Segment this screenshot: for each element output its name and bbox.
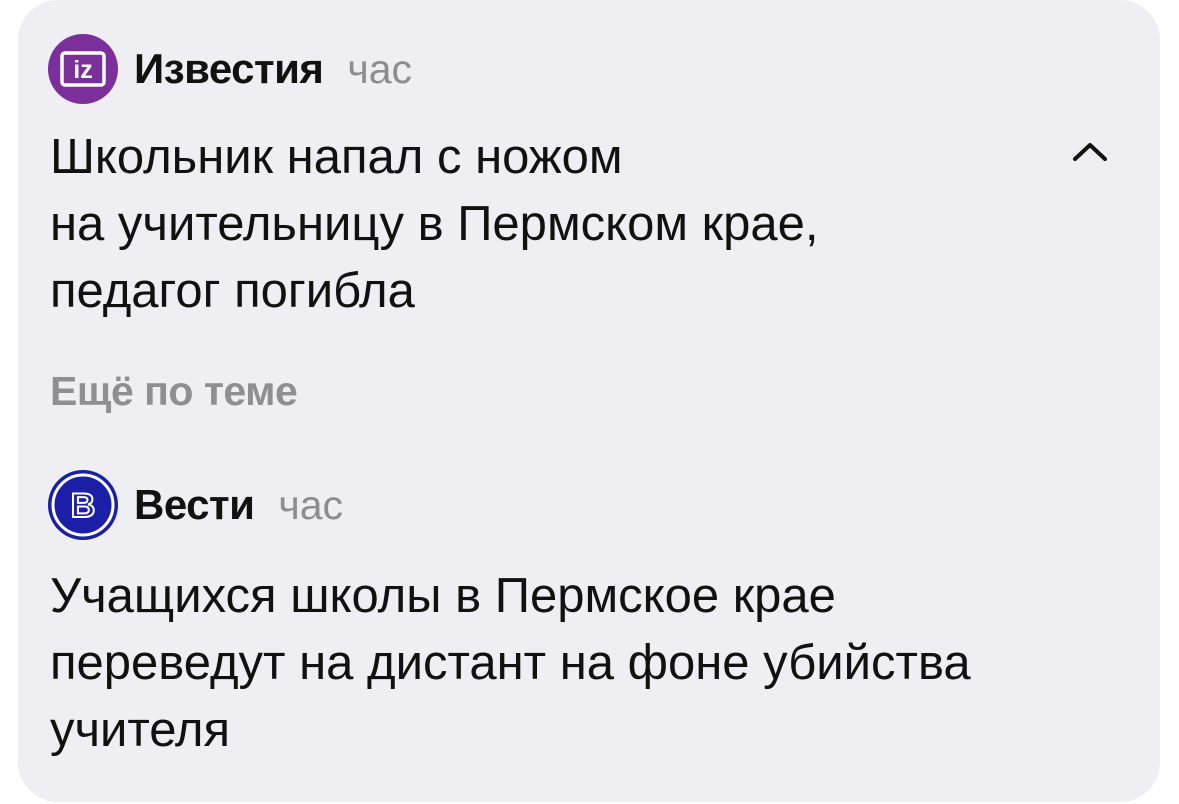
source-time: час bbox=[278, 481, 344, 528]
vesti-logo-icon: В bbox=[48, 470, 118, 540]
headline-2[interactable]: Учащихся школы в Пермское крае переведут… bbox=[50, 563, 1150, 764]
source-row-izvestia[interactable]: iz Известия час bbox=[48, 33, 412, 105]
source-name: Известия bbox=[134, 45, 324, 92]
source-time: час bbox=[347, 45, 413, 92]
vesti-logo-text: В bbox=[71, 487, 96, 525]
headline-1[interactable]: Школьник напал с ножом на учительницу в … bbox=[50, 124, 1050, 325]
izvestia-logo-text: iz bbox=[73, 56, 92, 84]
more-on-topic-label: Ещё по теме bbox=[50, 368, 298, 414]
chevron-up-icon bbox=[1073, 143, 1107, 161]
source-name: Вести bbox=[134, 481, 255, 528]
collapse-button[interactable] bbox=[1070, 136, 1110, 166]
izvestia-logo-icon: iz bbox=[48, 34, 118, 104]
source-row-vesti[interactable]: В Вести час bbox=[48, 469, 343, 541]
